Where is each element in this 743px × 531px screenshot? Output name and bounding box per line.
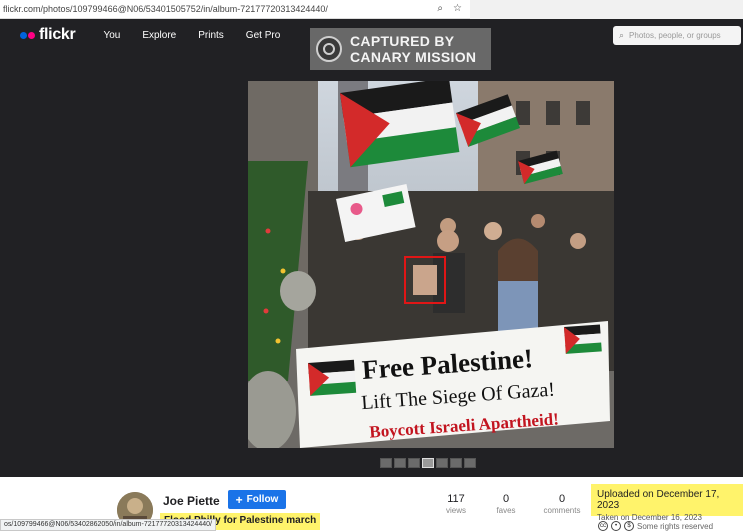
cc-icon: cc bbox=[598, 521, 608, 531]
faves-count: 0 bbox=[502, 493, 510, 505]
thumbnail[interactable] bbox=[380, 458, 392, 468]
thumbnail[interactable] bbox=[450, 458, 462, 468]
logo-text: flickr bbox=[39, 26, 76, 43]
browser-status-bar: os/109799466@N06/53402862050/in/album-72… bbox=[0, 519, 216, 531]
logo-blue-dot-icon bbox=[20, 31, 27, 39]
follow-label: Follow bbox=[246, 494, 279, 505]
main-nav: You Explore Prints Get Pro bbox=[103, 30, 302, 41]
comments-label: comments bbox=[543, 506, 581, 515]
views-stat: 117 views bbox=[436, 493, 476, 515]
nav-you[interactable]: You bbox=[103, 30, 120, 41]
photo-stage: Free Palestine! Lift The Siege Of Gaza! … bbox=[0, 51, 743, 477]
protest-photo-illustration: Free Palestine! Lift The Siege Of Gaza! … bbox=[248, 81, 614, 448]
watermark-line1: CAPTURED BY bbox=[350, 33, 455, 49]
faves-label: faves bbox=[496, 506, 516, 515]
zoom-icon[interactable]: ⌕ bbox=[437, 3, 443, 14]
plus-icon: + bbox=[235, 492, 243, 507]
nav-explore[interactable]: Explore bbox=[142, 30, 176, 41]
thumbnail[interactable] bbox=[464, 458, 476, 468]
thumbnail[interactable] bbox=[408, 458, 420, 468]
search-input[interactable] bbox=[629, 31, 730, 40]
watermark-line2: CANARY MISSION bbox=[350, 49, 477, 65]
license-text: Some rights reserved bbox=[637, 521, 714, 531]
canary-mission-watermark: CAPTURED BY CANARY MISSION bbox=[310, 28, 491, 70]
views-label: views bbox=[445, 506, 466, 515]
nav-prints[interactable]: Prints bbox=[198, 30, 224, 41]
flickr-logo[interactable]: flickr bbox=[20, 26, 76, 44]
uploaded-date: Uploaded on December 17, 2023 bbox=[597, 489, 720, 511]
logo-pink-dot-icon bbox=[28, 31, 35, 39]
photostream-thumbnails bbox=[380, 458, 476, 468]
cc-by-icon: • bbox=[611, 521, 621, 531]
bookmark-star-icon[interactable]: ☆ bbox=[453, 3, 462, 14]
url-text[interactable]: flickr.com/photos/109799466@N06/53401505… bbox=[3, 4, 328, 14]
nav-get-pro[interactable]: Get Pro bbox=[246, 30, 280, 41]
address-bar[interactable]: flickr.com/photos/109799466@N06/53401505… bbox=[0, 0, 470, 19]
thumbnail[interactable] bbox=[436, 458, 448, 468]
follow-button[interactable]: + Follow bbox=[228, 490, 286, 509]
dates-box: Uploaded on December 17, 2023 Taken on D… bbox=[591, 484, 743, 522]
comments-count: 0 bbox=[558, 493, 566, 505]
watermark-seal-icon bbox=[316, 36, 342, 62]
thumbnail-active[interactable] bbox=[422, 458, 434, 468]
search-icon[interactable]: ⌕ bbox=[619, 30, 624, 41]
license-info[interactable]: cc • $ Some rights reserved bbox=[598, 521, 713, 531]
views-count: 117 bbox=[447, 493, 465, 505]
comments-stat: 0 comments bbox=[540, 493, 584, 515]
owner-name[interactable]: Joe Piette bbox=[163, 494, 220, 508]
faves-stat: 0 faves bbox=[486, 493, 526, 515]
browser-toolbar-blank bbox=[470, 0, 743, 19]
search-box[interactable]: ⌕ bbox=[613, 26, 741, 45]
main-photo[interactable]: Free Palestine! Lift The Siege Of Gaza! … bbox=[248, 81, 614, 448]
thumbnail[interactable] bbox=[394, 458, 406, 468]
cc-nc-icon: $ bbox=[624, 521, 634, 531]
